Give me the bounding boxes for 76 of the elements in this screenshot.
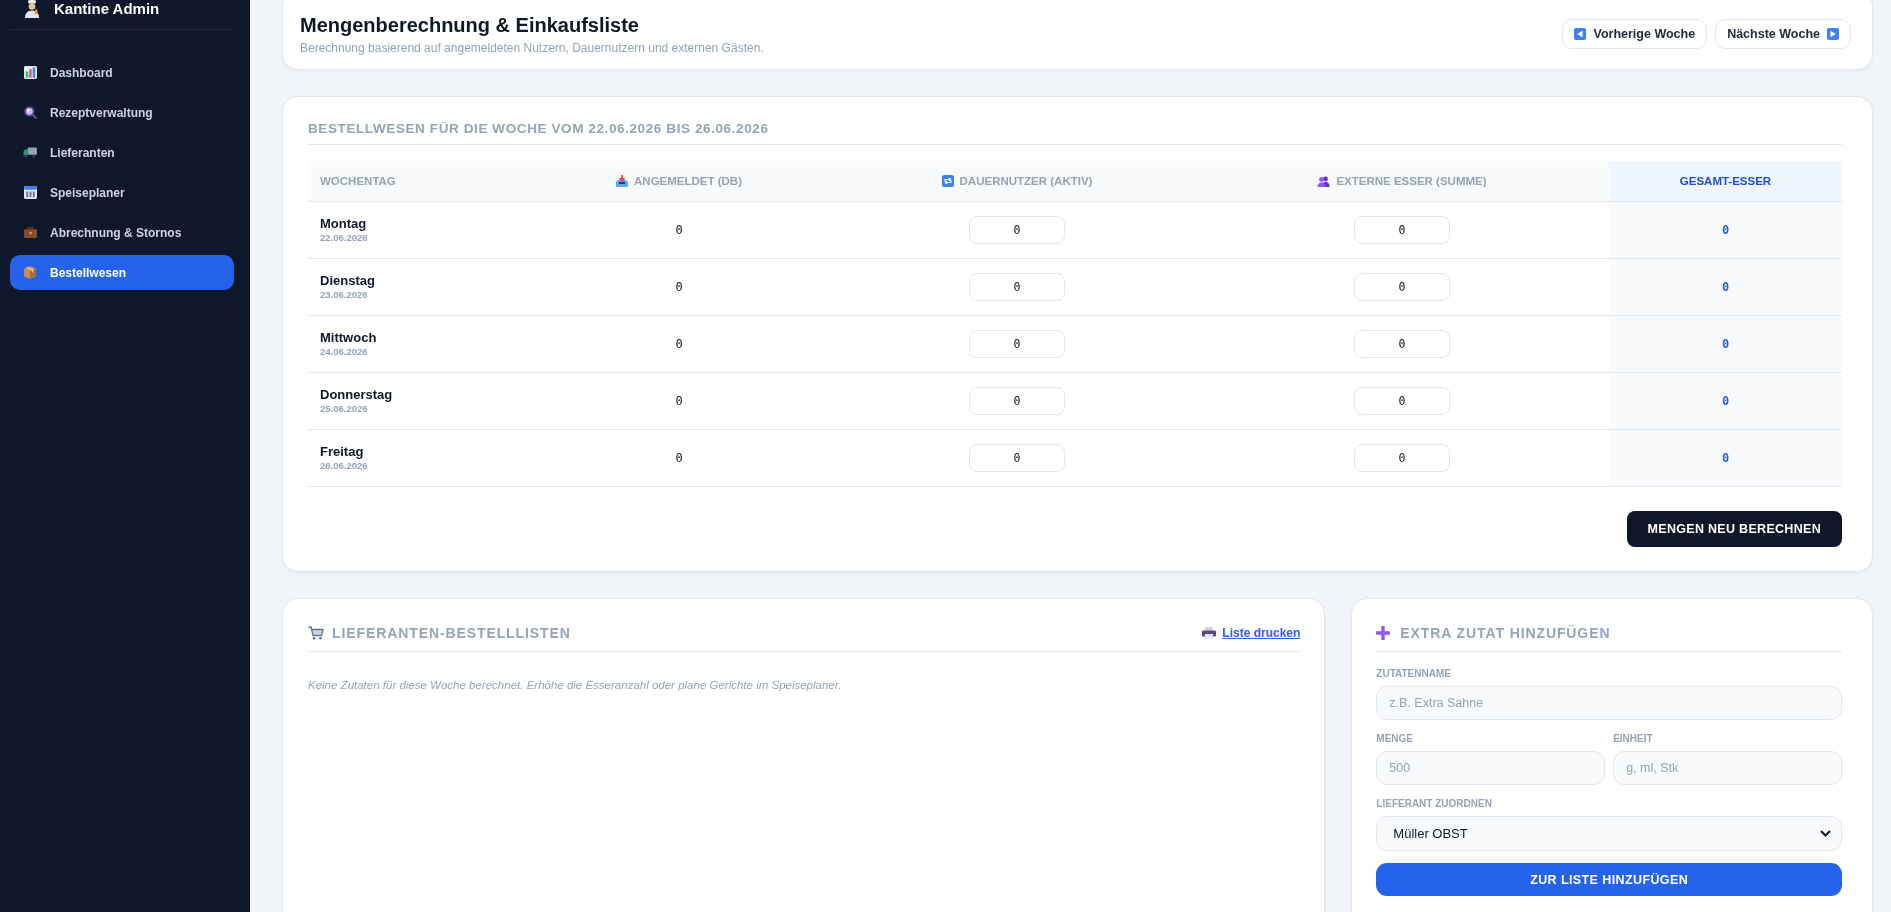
count-input[interactable]: 0: [1354, 444, 1450, 472]
section-title: EXTRA ZUTAT HINZUFÜGEN: [1400, 624, 1611, 643]
count-value: 0: [675, 451, 683, 465]
input-field[interactable]: z.B. Extra Sahne: [1376, 686, 1842, 720]
input-field[interactable]: 500: [1376, 751, 1606, 785]
count-input[interactable]: 0: [1354, 216, 1450, 244]
column-header: WOCHENTAG: [320, 175, 396, 187]
magnifier-icon: [23, 106, 37, 119]
count-input[interactable]: 0: [1354, 273, 1450, 301]
count-input[interactable]: 0: [1354, 330, 1450, 358]
plus-icon: [1376, 626, 1391, 640]
field-label: MENGE: [1376, 732, 1414, 746]
column-header: GESAMT-ESSER: [1609, 161, 1842, 201]
cook-icon: [24, 0, 40, 18]
briefcase-icon: [23, 227, 37, 238]
section-title: LIEFERANTEN-BESTELLLISTEN: [332, 624, 571, 643]
day-name: Dienstag: [320, 273, 376, 289]
count-input[interactable]: 0: [969, 330, 1065, 358]
print-list-link[interactable]: Liste drucken: [1202, 626, 1301, 640]
day-name: Freitag: [320, 444, 365, 460]
sidebar-item[interactable]: Speiseplaner: [10, 175, 234, 210]
total-cell: 0: [1609, 373, 1842, 429]
count-value: 0: [675, 394, 683, 408]
add-to-list-button[interactable]: ZUR LISTE HINZUFÜGEN: [1376, 863, 1842, 896]
count-value: 0: [675, 337, 683, 351]
day-date: 25.06.2026: [320, 403, 369, 415]
column-header: ANGEMELDET (DB): [634, 175, 742, 187]
empty-message: Keine Zutaten für diese Woche berechnet. Erhöhe die Esseranzahl oder plane Gerichte im Speiseplaner.: [308, 678, 843, 693]
sidebar-item[interactable]: Dashboard: [10, 55, 234, 90]
input-field[interactable]: g, ml, Stk: [1613, 751, 1842, 785]
day-name: Mittwoch: [320, 330, 378, 346]
section-title: BESTELLWESEN FÜR DIE WOCHE VOM 22.06.2026 BIS 26.06.2026: [308, 119, 1842, 145]
truck-icon: [23, 147, 37, 158]
day-date: 22.06.2026: [320, 232, 369, 244]
count-value: 0: [675, 223, 683, 237]
page-title: Mengenberechnung & Einkaufsliste: [300, 13, 640, 38]
right-triangle-icon: [1827, 28, 1839, 40]
cart-icon: [308, 626, 324, 640]
day-date: 26.06.2026: [320, 460, 369, 472]
bar-chart-icon: [23, 66, 37, 79]
sidebar-item[interactable]: Lieferanten: [10, 135, 234, 170]
week-nav-button[interactable]: Vorherige Woche: [1562, 19, 1708, 49]
field-label: ZUTATENNAME: [1376, 667, 1452, 681]
count-input[interactable]: 0: [969, 216, 1065, 244]
repeat-icon: [941, 175, 954, 187]
total-cell: 0: [1609, 316, 1842, 372]
field-label: LIEFERANT ZUORDNEN: [1376, 797, 1493, 811]
column-header: EXTERNE ESSER (SUMME): [1336, 175, 1487, 187]
day-name: Montag: [320, 216, 368, 232]
day-date: 23.06.2026: [320, 289, 369, 301]
field-label: EINHEIT: [1613, 732, 1654, 746]
sidebar-item[interactable]: Rezeptverwaltung: [10, 95, 234, 130]
tray-arrow-icon: [616, 175, 628, 187]
page-subtitle: Berechnung basierend auf angemeldeten Nutzern, Dauernutzern und externen Gästen.: [300, 40, 764, 56]
package-icon: [24, 266, 36, 279]
recalculate-button[interactable]: MENGEN NEU BERECHNEN: [1626, 511, 1842, 547]
select-field[interactable]: Müller OBST: [1376, 816, 1842, 851]
day-name: Donnerstag: [320, 387, 394, 403]
count-input[interactable]: 0: [969, 273, 1065, 301]
count-input[interactable]: 0: [1354, 387, 1450, 415]
count-input[interactable]: 0: [969, 387, 1065, 415]
day-date: 24.06.2026: [320, 346, 369, 358]
total-cell: 0: [1609, 259, 1842, 315]
week-nav-button[interactable]: Nächste Woche: [1715, 19, 1851, 49]
sidebar-item[interactable]: Bestellwesen: [10, 255, 234, 290]
chevron-down-icon: [1820, 830, 1831, 837]
sidebar-item[interactable]: Abrechnung & Stornos: [10, 215, 234, 250]
people-icon: [1317, 175, 1331, 187]
column-header: DAUERNUTZER (AKTIV): [959, 175, 1093, 187]
count-value: 0: [675, 280, 683, 294]
total-cell: 0: [1609, 202, 1842, 258]
calendar-icon: [23, 186, 37, 199]
count-input[interactable]: 0: [969, 444, 1065, 472]
total-cell: 0: [1609, 430, 1842, 486]
printer-icon: [1202, 627, 1217, 639]
brand-title: Kantine Admin: [54, 0, 160, 18]
